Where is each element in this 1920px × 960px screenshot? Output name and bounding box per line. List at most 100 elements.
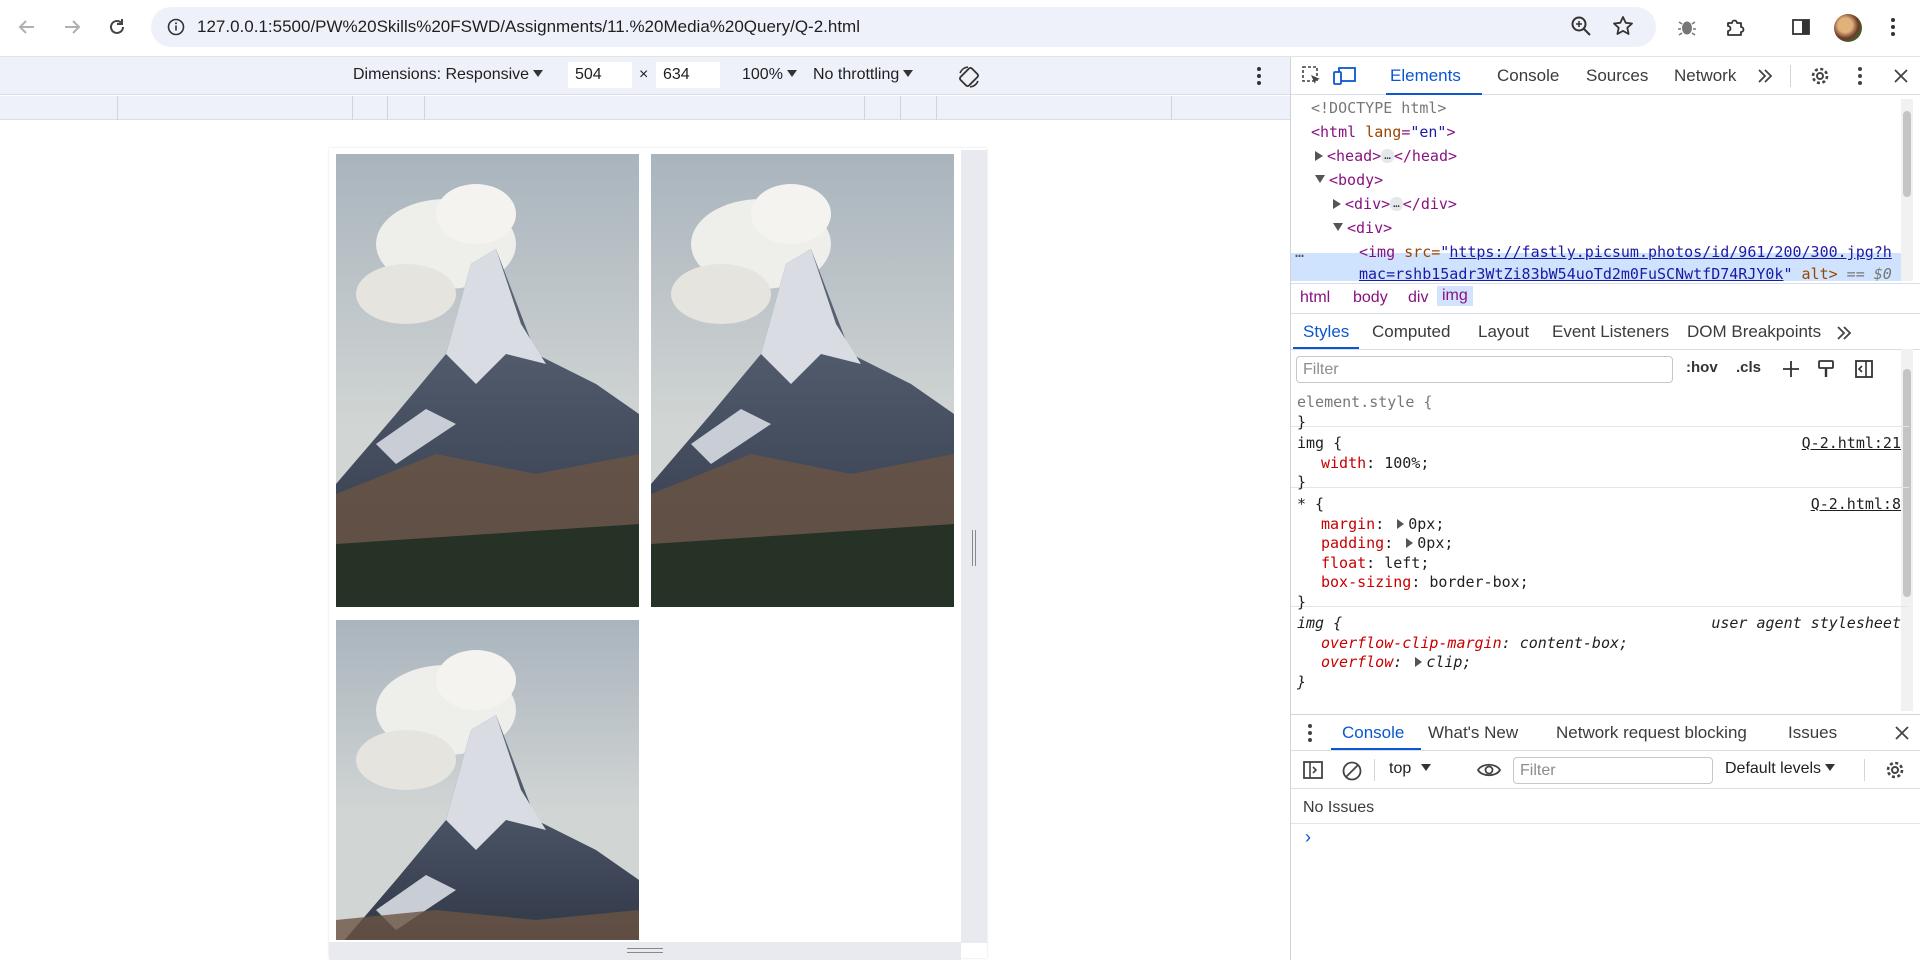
- expand-triangle-icon[interactable]: [1406, 538, 1414, 548]
- tab-network[interactable]: Network: [1674, 66, 1736, 86]
- tab-elements[interactable]: Elements: [1390, 66, 1461, 86]
- new-rule-button[interactable]: [1781, 359, 1801, 379]
- img-rule[interactable]: img { Q-2.html:21 width: 100%; }: [1291, 428, 1909, 491]
- console-prompt[interactable]: ›: [1305, 827, 1311, 848]
- console-settings-button[interactable]: [1884, 759, 1906, 781]
- profile-avatar[interactable]: [1834, 14, 1862, 42]
- expand-triangle-icon[interactable]: [1315, 151, 1323, 161]
- zoom-icon[interactable]: [1569, 14, 1593, 38]
- context-selector[interactable]: top: [1389, 760, 1432, 778]
- img-node[interactable]: <img src="https://fastly.picsum.photos/i…: [1359, 240, 1892, 264]
- tab-sources[interactable]: Sources: [1586, 66, 1648, 86]
- console-sidebar-button[interactable]: [1302, 760, 1324, 780]
- collapse-triangle-icon[interactable]: [1315, 175, 1325, 183]
- back-button[interactable]: [10, 10, 44, 44]
- side-panel-button[interactable]: [1784, 10, 1818, 44]
- breadcrumb-img[interactable]: img: [1437, 286, 1473, 306]
- drawer-tab-network-request-blocking[interactable]: Network request blocking: [1556, 723, 1747, 743]
- overflow-clip-margin-declaration[interactable]: overflow-clip-margin: content-box;: [1297, 634, 1903, 654]
- universal-rule[interactable]: * { Q-2.html:8 margin: 0px; padding: 0px…: [1291, 489, 1909, 611]
- div-node[interactable]: <div>… </div>: [1333, 192, 1457, 216]
- live-expression-button[interactable]: [1476, 760, 1502, 780]
- element-state-button[interactable]: [1816, 359, 1836, 379]
- bookmark-star-icon[interactable]: [1611, 14, 1635, 38]
- browser-menu-button[interactable]: [1876, 10, 1910, 44]
- more-tabs-button[interactable]: [1756, 67, 1774, 85]
- dom-tree[interactable]: <!DOCTYPE html> <html lang="en"> <head>……: [1291, 96, 1920, 281]
- cls-toggle[interactable]: .cls: [1736, 359, 1761, 376]
- collapse-triangle-icon[interactable]: [1333, 223, 1343, 231]
- clear-console-button[interactable]: [1341, 760, 1363, 782]
- styles-filter-input[interactable]: Filter: [1296, 356, 1673, 383]
- tab-event-listeners[interactable]: Event Listeners: [1552, 322, 1669, 342]
- breadcrumb-html[interactable]: html: [1300, 289, 1330, 307]
- close-devtools-button[interactable]: [1893, 68, 1909, 84]
- drawer-menu-button[interactable]: [1307, 723, 1313, 743]
- media-query-ruler[interactable]: [0, 96, 1290, 120]
- body-node[interactable]: <body>: [1315, 168, 1383, 192]
- expand-triangle-icon[interactable]: [1397, 518, 1405, 529]
- box-sizing-declaration[interactable]: box-sizing: border-box;: [1297, 573, 1903, 593]
- address-bar[interactable]: 127.0.0.1:5500/PW%20Skills%20FSWD/Assign…: [151, 7, 1656, 47]
- drawer-tab-console[interactable]: Console: [1342, 723, 1404, 743]
- img-src-link[interactable]: mac=rshb15adr3WtZi83bW54uoTd2m0FuSCNwtfD…: [1359, 265, 1783, 281]
- device-toggle-button[interactable]: [1333, 65, 1357, 87]
- float-declaration[interactable]: float: left;: [1297, 554, 1903, 574]
- log-levels-dropdown[interactable]: Default levels: [1725, 760, 1836, 778]
- close-drawer-button[interactable]: [1894, 725, 1910, 741]
- breadcrumb-div[interactable]: div: [1408, 289, 1428, 307]
- ellipsis-badge[interactable]: …: [1381, 149, 1394, 163]
- dimensions-dropdown[interactable]: Dimensions: Responsive: [353, 66, 544, 84]
- width-input[interactable]: 504: [568, 62, 632, 88]
- extensions-button[interactable]: [1718, 10, 1752, 44]
- tab-styles[interactable]: Styles: [1303, 322, 1349, 342]
- expand-triangle-icon[interactable]: [1333, 199, 1341, 209]
- img-rule-source-link[interactable]: Q-2.html:21: [1802, 434, 1901, 454]
- throttling-dropdown[interactable]: No throttling: [813, 66, 914, 84]
- tab-console[interactable]: Console: [1497, 66, 1559, 86]
- scrollbar-thumb[interactable]: [1903, 111, 1911, 197]
- node-actions-ellipsis[interactable]: …: [1295, 240, 1304, 264]
- settings-button[interactable]: [1809, 65, 1831, 87]
- console-filter-input[interactable]: Filter: [1513, 757, 1713, 784]
- html-node[interactable]: <html lang="en">: [1311, 120, 1456, 144]
- user-agent-rule[interactable]: img { user agent stylesheet overflow-cli…: [1291, 608, 1909, 692]
- padding-declaration[interactable]: padding: 0px;: [1297, 534, 1903, 554]
- img-src-link[interactable]: https://fastly.picsum.photos/id/961/200/…: [1449, 243, 1892, 261]
- devtools-menu-button[interactable]: [1857, 66, 1863, 86]
- hov-toggle[interactable]: :hov: [1686, 359, 1718, 376]
- double-chevron-right-icon: [1758, 69, 1773, 83]
- margin-declaration[interactable]: margin: 0px;: [1297, 515, 1903, 535]
- zoom-dropdown[interactable]: 100%: [742, 66, 797, 84]
- ellipsis-badge[interactable]: …: [1390, 197, 1403, 211]
- rotate-button[interactable]: [956, 64, 982, 90]
- drawer-tab-issues[interactable]: Issues: [1788, 723, 1837, 743]
- drawer-tab-whats-new[interactable]: What's New: [1428, 723, 1518, 743]
- breadcrumb-body[interactable]: body: [1353, 289, 1388, 307]
- head-node[interactable]: <head>… </head>: [1315, 144, 1457, 168]
- expand-triangle-icon[interactable]: [1415, 657, 1423, 667]
- resize-handle-right[interactable]: [961, 150, 987, 943]
- toggle-sidebar-button[interactable]: [1854, 359, 1874, 379]
- height-input[interactable]: 634: [656, 62, 720, 88]
- reload-button[interactable]: [100, 10, 134, 44]
- tab-computed[interactable]: Computed: [1372, 322, 1450, 342]
- dom-scrollbar[interactable]: [1901, 99, 1913, 281]
- forward-button[interactable]: [55, 10, 89, 44]
- inspect-element-button[interactable]: [1301, 65, 1323, 87]
- more-tabs-button[interactable]: [1835, 324, 1853, 342]
- width-declaration[interactable]: width: 100%;: [1297, 454, 1903, 474]
- tab-dom-breakpoints[interactable]: DOM Breakpoints: [1687, 322, 1821, 342]
- img-node-cont[interactable]: mac=rshb15adr3WtZi83bW54uoTd2m0FuSCNwtfD…: [1359, 262, 1892, 281]
- url-text[interactable]: 127.0.0.1:5500/PW%20Skills%20FSWD/Assign…: [197, 17, 860, 37]
- overflow-declaration[interactable]: overflow: clip;: [1297, 653, 1903, 673]
- doctype-line[interactable]: <!DOCTYPE html>: [1311, 96, 1446, 120]
- element-style-rule[interactable]: element.style { }: [1291, 387, 1909, 431]
- device-toolbar-more-button[interactable]: [1256, 66, 1262, 86]
- universal-rule-source-link[interactable]: Q-2.html:8: [1811, 495, 1901, 515]
- extension-bug-button[interactable]: [1670, 10, 1704, 44]
- tab-layout[interactable]: Layout: [1478, 322, 1529, 342]
- site-info-icon[interactable]: [161, 12, 191, 42]
- resize-handle-bottom[interactable]: [329, 942, 961, 960]
- div-node-expanded[interactable]: <div>: [1333, 216, 1392, 240]
